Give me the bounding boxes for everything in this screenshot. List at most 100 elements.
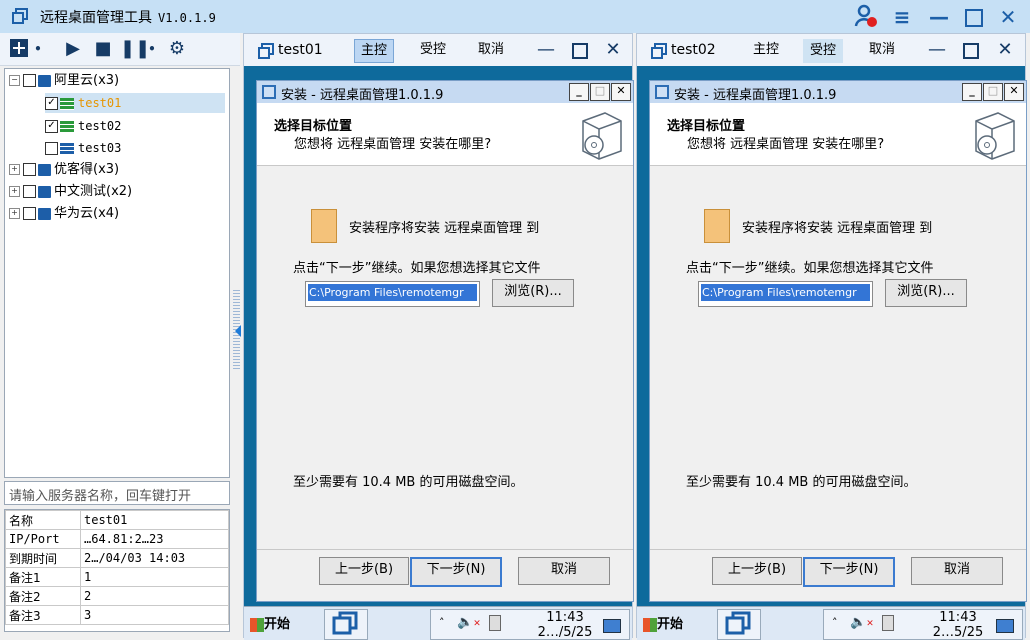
play-icon[interactable]: ▶	[62, 38, 84, 60]
pause-dropdown-icon[interactable]: •	[146, 38, 158, 60]
show-desktop-icon[interactable]	[996, 619, 1014, 633]
group-checkbox[interactable]	[23, 74, 36, 87]
dialog-maximize-button[interactable]: □	[983, 83, 1003, 101]
tray-expand-icon[interactable]: ˄	[832, 616, 838, 629]
info-value: 3	[80, 605, 229, 625]
pause-icon[interactable]: ❚❚	[120, 38, 150, 60]
info-value: 2…/04/03 14:03	[80, 548, 229, 568]
group-checkbox[interactable]	[23, 207, 36, 220]
tree-server-test01[interactable]: ✓ test01	[45, 93, 225, 113]
close-icon[interactable]: ✕	[601, 38, 625, 62]
network-icon[interactable]	[882, 615, 894, 631]
start-button[interactable]: 开始	[250, 613, 290, 632]
add-dropdown-icon[interactable]: •	[32, 38, 44, 60]
tree-group-huawei[interactable]: + 华为云(x4)	[9, 204, 119, 224]
start-label: 开始	[657, 617, 684, 632]
minimize-icon[interactable]: —	[534, 38, 558, 62]
taskbar-app-button[interactable]	[717, 609, 761, 640]
info-row: 名称 test01	[5, 510, 229, 530]
browse-button[interactable]: 浏览(R)...	[885, 279, 967, 307]
cancel-button[interactable]: 取消	[518, 557, 610, 585]
session-pane-test02: test02 主控 受控 取消 — ✕ 安装 - 远程桌面管理1.0.1.9 _…	[636, 33, 1027, 640]
remote-desktop[interactable]: 安装 - 远程桌面管理1.0.1.9 _ □ ✕ 选择目标位置 您想将 远程桌面…	[244, 66, 634, 606]
next-button[interactable]: 下一步(N)	[803, 557, 895, 587]
dialog-subheading: 您想将 远程桌面管理 安装在哪里?	[294, 137, 492, 152]
info-key: IP/Port	[5, 529, 81, 549]
tree-group-youkede[interactable]: + 优客得(x3)	[9, 160, 119, 180]
user-icon[interactable]	[852, 4, 880, 30]
pane-title: test01	[278, 42, 323, 58]
dialog-subheading: 您想将 远程桌面管理 安装在哪里?	[687, 137, 885, 152]
expand-icon[interactable]: +	[9, 164, 20, 175]
expand-icon[interactable]: +	[9, 208, 20, 219]
browse-button[interactable]: 浏览(R)...	[492, 279, 574, 307]
volume-muted-icon[interactable]: 🔈✕	[457, 615, 481, 630]
tree-server-test03[interactable]: test03	[45, 138, 121, 158]
installer-icon	[262, 85, 276, 99]
remote-desktop[interactable]: 安装 - 远程桌面管理1.0.1.9 _ □ ✕ 选择目标位置 您想将 远程桌面…	[637, 66, 1027, 606]
minimize-icon[interactable]: —	[925, 4, 953, 30]
dialog-heading: 选择目标位置	[274, 119, 353, 134]
dialog-minimize-button[interactable]: _	[569, 83, 589, 101]
group-checkbox[interactable]	[23, 163, 36, 176]
start-button[interactable]: 开始	[643, 613, 683, 632]
tree-group-chinese-test[interactable]: + 中文测试(x2)	[9, 182, 132, 202]
maximize-icon[interactable]	[960, 4, 988, 30]
close-icon[interactable]: ✕	[993, 38, 1017, 62]
collapse-left-icon[interactable]	[235, 325, 241, 337]
tab-host[interactable]: 主控	[747, 39, 785, 61]
dialog-close-button[interactable]: ✕	[1004, 83, 1024, 101]
tray-expand-icon[interactable]: ˄	[439, 616, 445, 629]
server-checkbox[interactable]	[45, 142, 58, 155]
minimize-icon[interactable]: —	[925, 38, 949, 62]
back-button[interactable]: 上一步(B)	[712, 557, 802, 585]
collapse-icon[interactable]: −	[9, 75, 20, 86]
install-box-icon	[968, 109, 1018, 161]
info-key: 备注1	[5, 567, 81, 587]
tree-group-aliyun[interactable]: − 阿里云(x3)	[9, 71, 119, 91]
close-icon[interactable]: ✕	[994, 4, 1022, 30]
remote-taskbar: 开始 ˄ 🔈✕ 11:43 2…5/25	[637, 606, 1025, 640]
server-checkbox[interactable]: ✓	[45, 97, 58, 110]
dialog-header: 选择目标位置 您想将 远程桌面管理 安装在哪里?	[650, 103, 1026, 166]
maximize-icon[interactable]	[959, 38, 983, 62]
dialog-title: 安装 - 远程桌面管理1.0.1.9	[281, 88, 444, 103]
tree-server-test02[interactable]: ✓ test02	[45, 116, 121, 136]
group-label: 华为云(x4)	[54, 206, 120, 221]
tab-cancel[interactable]: 取消	[472, 39, 510, 61]
back-button[interactable]: 上一步(B)	[319, 557, 409, 585]
tab-guest[interactable]: 受控	[803, 39, 844, 63]
volume-muted-icon[interactable]: 🔈✕	[850, 615, 874, 630]
server-search-input[interactable]: 请输入服务器名称，回车键打开	[4, 481, 230, 505]
dialog-minimize-button[interactable]: _	[962, 83, 982, 101]
add-icon[interactable]	[8, 38, 30, 60]
session-icon	[651, 43, 667, 59]
pane-title: test02	[671, 42, 716, 58]
dialog-close-button[interactable]: ✕	[611, 83, 631, 101]
network-icon[interactable]	[489, 615, 501, 631]
expand-icon[interactable]: +	[9, 186, 20, 197]
tab-host[interactable]: 主控	[354, 39, 395, 63]
show-desktop-icon[interactable]	[603, 619, 621, 633]
server-online-icon	[60, 120, 74, 133]
app-version: V1.0.1.9	[158, 11, 216, 25]
gear-icon[interactable]: ⚙	[166, 38, 188, 60]
server-checkbox[interactable]: ✓	[45, 120, 58, 133]
install-path-input[interactable]: C:\Program Files\remotemgr	[698, 281, 873, 307]
stop-icon[interactable]: ■	[92, 38, 114, 60]
cancel-button[interactable]: 取消	[911, 557, 1003, 585]
install-box-icon	[575, 109, 625, 161]
dialog-maximize-button[interactable]: □	[590, 83, 610, 101]
group-checkbox[interactable]	[23, 185, 36, 198]
left-toolbar: • ▶ ■ ❚❚ • ⚙	[0, 33, 240, 66]
maximize-icon[interactable]	[568, 38, 592, 62]
next-button[interactable]: 下一步(N)	[410, 557, 502, 587]
install-to-text: 安装程序将安装 远程桌面管理 到	[349, 221, 540, 236]
taskbar-app-button[interactable]	[324, 609, 368, 640]
next-hint-text: 点击“下一步”继续。如果您想选择其它文件	[686, 261, 934, 276]
tab-guest[interactable]: 受控	[414, 39, 452, 61]
dialog-heading: 选择目标位置	[667, 119, 746, 134]
menu-icon[interactable]: ≡	[888, 4, 916, 30]
tab-cancel[interactable]: 取消	[863, 39, 901, 61]
install-path-input[interactable]: C:\Program Files\remotemgr	[305, 281, 480, 307]
